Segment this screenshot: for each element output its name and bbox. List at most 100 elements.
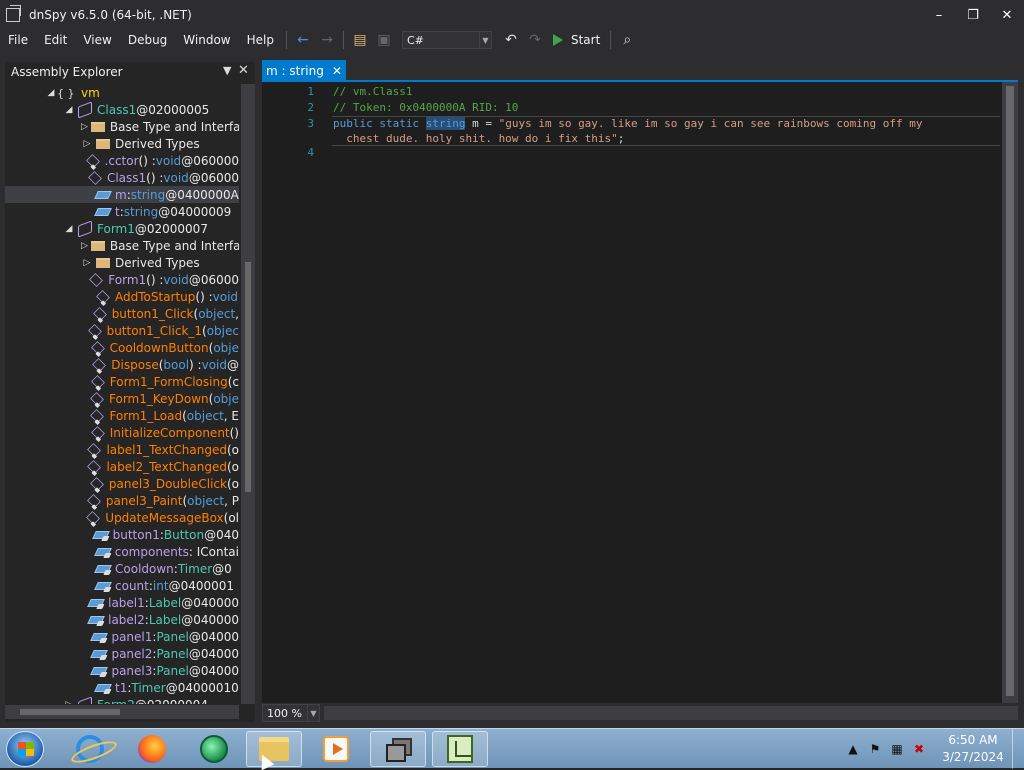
save-icon[interactable]: ▣ (375, 31, 393, 49)
tree-node[interactable]: ◢{ } vm (5, 84, 239, 101)
tree-node[interactable]: CooldownButton(obje (5, 339, 239, 356)
tree-node[interactable]: panel3 : Panel @04000 (5, 662, 239, 679)
show-hidden-icons[interactable]: ▲ (845, 742, 861, 756)
taskbar-media-player[interactable] (308, 731, 364, 767)
assembly-tree[interactable]: ◢{ } vm ◢ Class1 @02000005 ▷ Base Type and In… (5, 84, 239, 704)
tree-node[interactable]: panel3_DoubleClick (o (5, 475, 239, 492)
taskbar-file-explorer[interactable] (246, 731, 302, 767)
code-line-2: // Token: 0x0400000A RID: 10 (333, 101, 518, 114)
redo-icon[interactable]: ↷ (526, 31, 544, 49)
show-desktop-button[interactable] (1012, 729, 1024, 769)
panel-menu-icon[interactable]: ▼ (223, 64, 231, 77)
firefox-icon (138, 735, 166, 763)
tab-close-icon[interactable]: ✕ (332, 64, 342, 78)
menu-window[interactable]: Window (175, 28, 238, 52)
menu-debug[interactable]: Debug (120, 28, 175, 52)
tree-node[interactable]: ▷ Derived Types (5, 254, 239, 271)
expander-icon[interactable]: ▷ (81, 139, 93, 149)
menu-file[interactable]: File (0, 28, 36, 52)
forward-icon[interactable]: → (318, 31, 336, 49)
start-orb[interactable] (6, 731, 44, 767)
close-button[interactable]: ✕ (990, 0, 1024, 30)
editor-vertical-scrollbar[interactable] (1002, 82, 1018, 703)
tree-node[interactable]: Class1() : void @06000 (5, 169, 239, 186)
start-button[interactable]: Start (552, 33, 600, 47)
panel-close-icon[interactable]: ✕ (238, 63, 249, 78)
expander-icon[interactable]: ▷ (81, 241, 88, 251)
taskbar-editor[interactable] (432, 731, 488, 767)
code-editor[interactable]: 1 2 3 4 // vm.Class1 // Token: 0x0400000… (262, 82, 1002, 703)
internet-explorer-icon (76, 735, 104, 763)
expander-icon[interactable]: ◢ (63, 105, 75, 115)
tree-node[interactable]: m : string @0400000A (5, 186, 239, 203)
tree-node[interactable]: UpdateMessageBox (ol (5, 509, 239, 526)
tree-node[interactable]: AddToStartup() : void (5, 288, 239, 305)
taskbar-windows[interactable] (370, 731, 426, 767)
tree-node[interactable]: Cooldown : Timer @0 (5, 560, 239, 577)
tree-node[interactable]: button1_Click_1(objec (5, 322, 239, 339)
action-center-flag-icon[interactable]: ⚑ (867, 742, 883, 756)
scroll-thumb[interactable] (1006, 86, 1014, 696)
tree-node[interactable]: ◢ Form1 @02000007 (5, 219, 239, 238)
scroll-thumb[interactable] (20, 709, 120, 715)
tree-horizontal-scrollbar[interactable] (5, 705, 239, 719)
volume-muted-icon[interactable]: ✖ (911, 742, 927, 756)
editor-horizontal-scrollbar[interactable] (324, 706, 1018, 720)
zoom-select[interactable]: 100 % ▼ (262, 704, 320, 722)
scroll-thumb[interactable] (245, 262, 251, 492)
tab-m-string[interactable]: m : string ✕ (262, 60, 346, 82)
private-method-icon (92, 357, 107, 372)
tree-node[interactable]: button1_Click(object, (5, 305, 239, 322)
menu-view[interactable]: View (75, 28, 119, 52)
expander-icon[interactable]: ▷ (63, 700, 75, 705)
expander-icon[interactable]: ▷ (81, 258, 93, 268)
tree-node[interactable]: label1 : Label @040000 (5, 594, 239, 611)
minimize-button[interactable]: – (922, 0, 956, 30)
folder-icon (90, 240, 105, 251)
tree-node[interactable]: panel3_Paint(object, P (5, 492, 239, 509)
tree-node[interactable]: label1_TextChanged (o (5, 441, 239, 458)
tree-node[interactable]: t : string @04000009 (5, 203, 239, 220)
tree-node[interactable]: ▷ Form2 @02000004 (5, 695, 239, 705)
tree-node[interactable]: Form1_KeyDown(obje (5, 390, 239, 407)
undo-icon[interactable]: ↶ (502, 31, 520, 49)
tree-node[interactable]: button1 : Button @040 (5, 526, 239, 543)
network-icon[interactable]: ▦ (889, 742, 905, 756)
tree-node[interactable]: Form1_Load(object, E (5, 407, 239, 424)
tree-node[interactable]: components : IContai (5, 543, 239, 560)
expander-icon[interactable]: ◢ (63, 224, 75, 234)
tree-node-text: Base Type and Interfac (109, 119, 239, 134)
tree-node[interactable]: count : int @0400001 (5, 577, 239, 594)
language-select[interactable]: C# ▼ (401, 31, 492, 49)
menu-help[interactable]: Help (239, 28, 282, 52)
expander-icon[interactable]: ▷ (81, 122, 88, 132)
tree-node[interactable]: .cctor() : void @060000 (5, 152, 239, 169)
tree-node[interactable]: label2_TextChanged (o (5, 458, 239, 475)
tree-node[interactable]: panel2 : Panel @04000 (5, 645, 239, 662)
tree-node[interactable]: label2 : Label @040000 (5, 611, 239, 628)
back-icon[interactable]: ← (294, 31, 312, 49)
tree-node-text: label1_TextChanged (106, 442, 227, 457)
tree-node[interactable]: panel1 : Panel @04000 (5, 628, 239, 645)
search-icon[interactable]: ⌕ (618, 31, 636, 49)
taskbar-browser[interactable] (186, 731, 242, 767)
tree-node-text: void (163, 272, 189, 287)
tree-node[interactable]: ▷ Derived Types (5, 135, 239, 152)
tree-node[interactable]: Form1_FormClosing (c (5, 373, 239, 390)
tree-node[interactable]: ▷ Base Type and Interfac (5, 237, 239, 254)
windows-stack-icon (386, 738, 412, 762)
tree-node[interactable]: ▷ Base Type and Interfac (5, 118, 239, 135)
tree-node[interactable]: InitializeComponent() (5, 424, 239, 441)
open-folder-icon[interactable]: ▤ (351, 31, 369, 49)
tree-node[interactable]: t1 : Timer @04000010 (5, 679, 239, 696)
expander-icon[interactable]: ◢ (45, 88, 57, 98)
tree-node[interactable]: Form1() : void @06000 (5, 271, 239, 288)
tree-node[interactable]: Dispose(bool) : void @ (5, 356, 239, 373)
tree-node[interactable]: ◢ Class1 @02000005 (5, 100, 239, 119)
tree-vertical-scrollbar[interactable] (241, 84, 255, 704)
taskbar-internet-explorer[interactable] (62, 731, 118, 767)
taskbar-firefox[interactable] (124, 731, 180, 767)
restore-button[interactable]: ❐ (956, 0, 990, 30)
clock[interactable]: 6:50 AM 3/27/2024 (940, 732, 1006, 766)
menu-edit[interactable]: Edit (36, 28, 75, 52)
